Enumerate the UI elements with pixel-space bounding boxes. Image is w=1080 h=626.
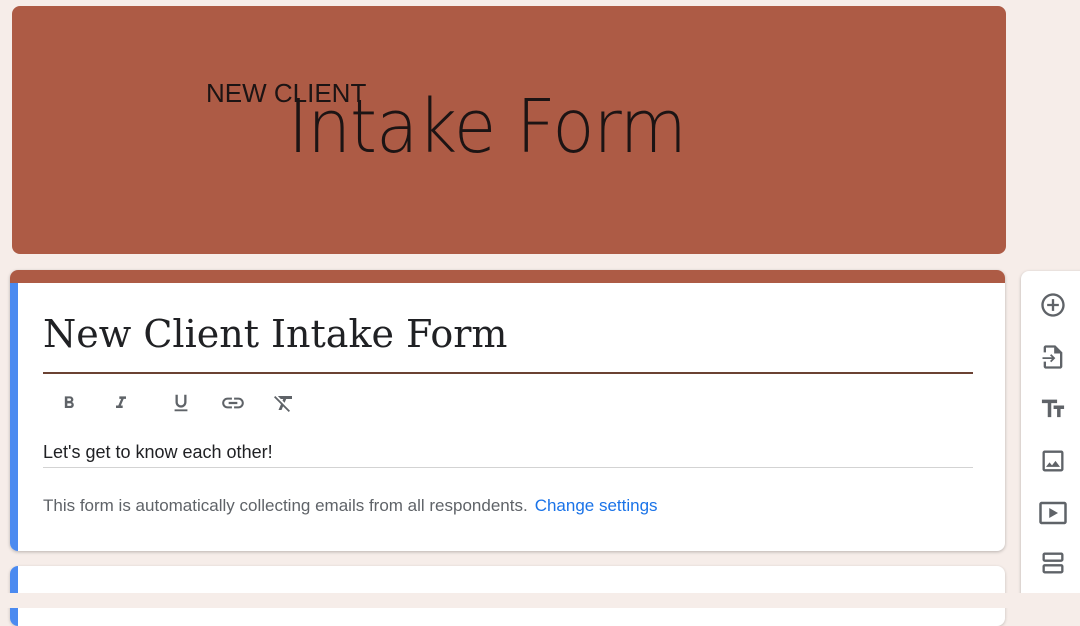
bold-button[interactable]: [54, 388, 84, 418]
header-banner-image: NEW CLIENT Intake Form: [12, 6, 1006, 254]
add-title-icon: [1041, 399, 1065, 418]
add-section-button[interactable]: [1037, 547, 1069, 579]
link-button[interactable]: [218, 388, 248, 418]
email-collection-notice: This form is automatically collecting em…: [43, 496, 658, 516]
page-bottom-edge: [0, 593, 1080, 608]
add-title-button[interactable]: [1037, 393, 1069, 425]
link-icon: [222, 397, 244, 409]
clear-format-button[interactable]: [269, 388, 299, 418]
side-toolbar: [1021, 271, 1080, 601]
bold-icon: [64, 396, 74, 408]
add-image-button[interactable]: [1037, 445, 1069, 477]
add-question-icon: [1041, 293, 1065, 317]
add-image-icon: [1042, 450, 1064, 472]
import-questions-button[interactable]: [1037, 341, 1069, 373]
italic-icon: [116, 396, 126, 408]
underline-icon: [174, 394, 188, 412]
notice-text: This form is automatically collecting em…: [43, 496, 528, 515]
add-video-button[interactable]: [1037, 497, 1069, 529]
italic-button[interactable]: [106, 388, 136, 418]
add-video-icon: [1039, 501, 1067, 525]
form-description-input[interactable]: Let's get to know each other!: [43, 442, 973, 463]
card-top-accent: [10, 270, 1005, 283]
add-question-button[interactable]: [1037, 289, 1069, 321]
card-active-indicator: [10, 283, 18, 551]
add-section-icon: [1042, 552, 1064, 574]
form-title-input[interactable]: New Client Intake Form: [43, 313, 973, 356]
clear-format-icon: [274, 396, 292, 412]
description-underline: [43, 467, 973, 468]
form-title-card[interactable]: New Client Intake Form Let's get to know…: [10, 270, 1005, 551]
title-underline: [43, 372, 973, 374]
underline-button[interactable]: [166, 388, 196, 418]
change-settings-link[interactable]: Change settings: [535, 496, 658, 515]
banner-line-2: Intake Form: [288, 84, 687, 170]
import-questions-icon: [1042, 345, 1063, 369]
